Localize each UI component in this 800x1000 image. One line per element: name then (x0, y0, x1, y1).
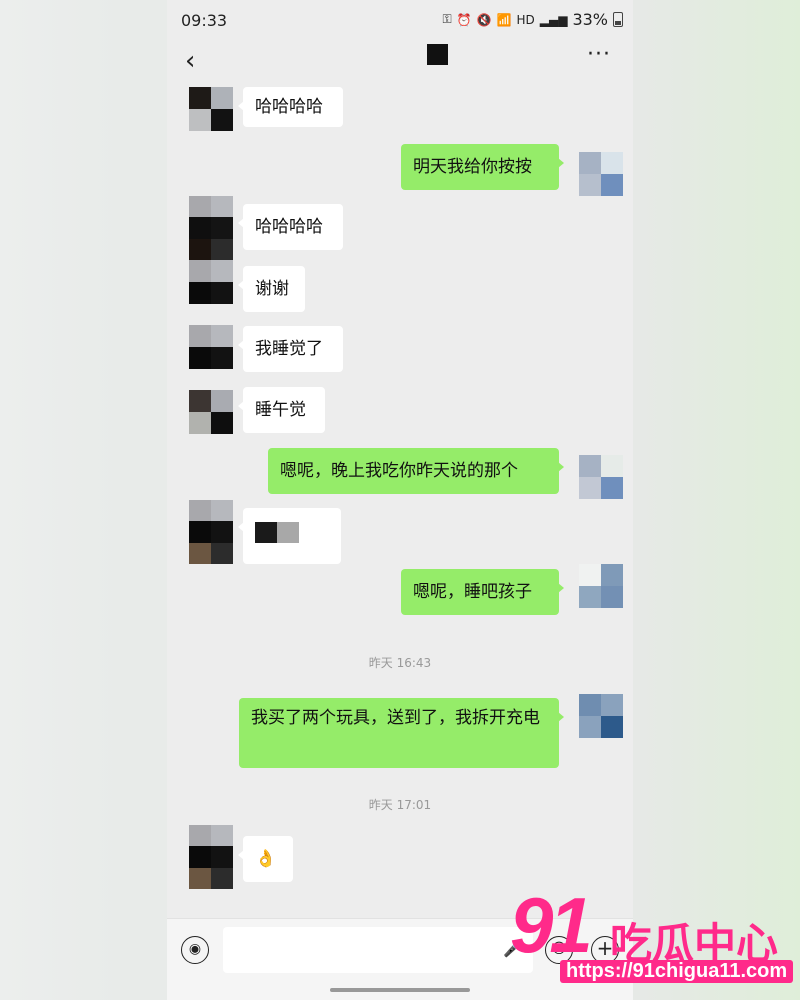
watermark-logo: 91 (510, 881, 593, 969)
chat-title-redacted (427, 44, 448, 65)
avatar[interactable] (189, 390, 233, 434)
avatar[interactable] (189, 260, 233, 304)
timestamp: 昨天 16:43 (368, 656, 432, 670)
avatar[interactable] (189, 87, 233, 131)
hd-icon: HD (516, 12, 535, 27)
status-icons: ⚿ ⏰ 🔇 📶 HD ▂▄▆ 33% (442, 10, 623, 29)
avatar[interactable] (189, 500, 233, 564)
mute-icon: 🔇 (476, 12, 492, 27)
more-button[interactable]: ··· (587, 42, 611, 67)
message-bubble[interactable]: 谢谢 (238, 266, 305, 312)
message-bubble[interactable]: 我睡觉了 (238, 326, 343, 372)
voice-icon[interactable]: ◉ (181, 936, 209, 964)
avatar[interactable] (189, 325, 233, 369)
message-bubble[interactable]: 哈哈哈哈 (238, 87, 343, 127)
avatar[interactable] (189, 196, 233, 260)
nav-bar: ‹ ··· (167, 40, 633, 80)
home-indicator (330, 988, 470, 992)
key-icon: ⚿ (442, 12, 452, 26)
avatar[interactable] (579, 455, 623, 499)
avatar[interactable] (579, 694, 623, 738)
redacted-message-bubble[interactable] (238, 508, 341, 564)
signal-icon: ▂▄▆ (539, 12, 568, 27)
message-bubble[interactable]: 睡午觉 (238, 387, 325, 433)
timestamp: 昨天 17:01 (368, 798, 432, 812)
redacted-block (255, 522, 277, 543)
battery-percent: 33% (572, 10, 608, 29)
message-bubble[interactable]: 我买了两个玩具，送到了，我拆开充电 (239, 698, 564, 768)
message-input[interactable]: 🎤 (223, 927, 533, 973)
avatar[interactable] (579, 564, 623, 608)
chat-screen: 09:33 ⚿ ⏰ 🔇 📶 HD ▂▄▆ 33% ‹ ··· 哈哈哈哈 明天我给… (167, 0, 633, 1000)
message-bubble[interactable]: 嗯呢，晚上我吃你昨天说的那个 (268, 448, 564, 494)
watermark: 91 吃瓜中心 https://91chigua11.com (510, 880, 794, 990)
message-bubble[interactable]: 明天我给你按按 (401, 144, 564, 190)
status-time: 09:33 (181, 11, 228, 30)
redacted-block (277, 522, 299, 543)
battery-icon (613, 12, 623, 27)
status-bar: 09:33 ⚿ ⏰ 🔇 📶 HD ▂▄▆ 33% (167, 0, 633, 40)
message-bubble[interactable]: 哈哈哈哈 (238, 204, 343, 250)
back-button[interactable]: ‹ (185, 46, 195, 76)
avatar[interactable] (189, 825, 233, 889)
watermark-url: https://91chigua11.com (560, 960, 794, 983)
message-bubble[interactable]: 👌 (238, 836, 293, 882)
message-bubble[interactable]: 嗯呢，睡吧孩子 (401, 569, 564, 615)
wifi-icon: 📶 (496, 12, 512, 27)
alarm-icon: ⏰ (456, 12, 472, 27)
avatar[interactable] (579, 152, 623, 196)
